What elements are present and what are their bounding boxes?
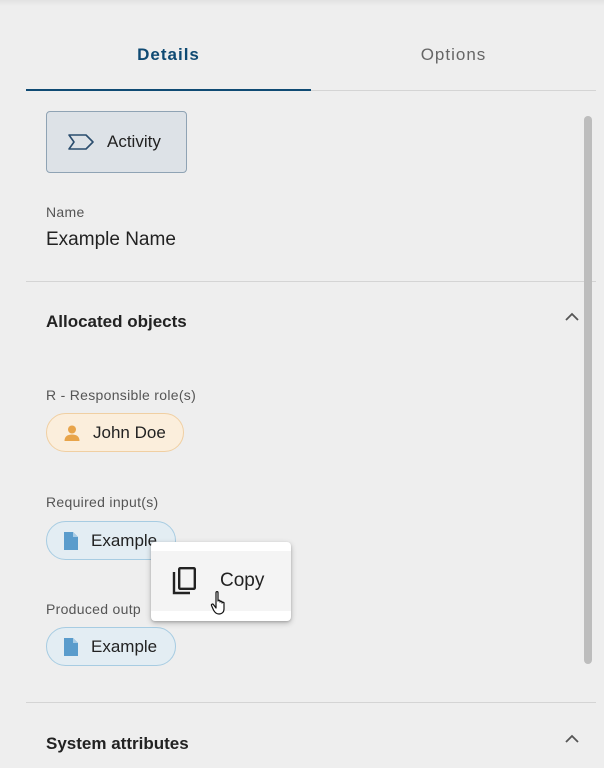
allocated-objects-title: Allocated objects (46, 312, 187, 331)
activity-pentagon-icon (68, 134, 94, 150)
person-icon (64, 425, 80, 441)
element-type-button[interactable]: Activity (46, 111, 187, 173)
chip-label: John Doe (93, 422, 166, 442)
responsible-label: R - Responsible role(s) (46, 387, 197, 403)
tab-bar: Details Options (26, 20, 596, 91)
chevron-up-icon[interactable] (563, 309, 581, 323)
tab-options[interactable]: Options (311, 20, 596, 90)
system-attributes-title: System attributes (46, 734, 189, 753)
copy-icon (172, 567, 197, 595)
chevron-up-icon[interactable] (563, 731, 581, 745)
name-value: Example Name (46, 229, 176, 250)
top-shadow (0, 0, 604, 6)
produced-output-label: Produced outp (46, 601, 141, 617)
produced-output-chip[interactable]: Example (46, 627, 176, 666)
document-icon (64, 637, 78, 656)
element-type-label: Activity (107, 132, 161, 151)
required-input-label: Required input(s) (46, 494, 159, 510)
divider (26, 281, 596, 282)
chip-label: Example (91, 636, 158, 656)
divider (26, 702, 596, 703)
hand-cursor-icon (210, 591, 225, 615)
name-label: Name (46, 204, 85, 220)
document-icon (64, 531, 78, 550)
scrollbar[interactable] (584, 116, 592, 664)
tab-details[interactable]: Details (26, 20, 311, 91)
responsible-chip[interactable]: John Doe (46, 413, 184, 452)
chip-label: Example (91, 530, 158, 550)
copy-label: Copy (220, 570, 265, 591)
